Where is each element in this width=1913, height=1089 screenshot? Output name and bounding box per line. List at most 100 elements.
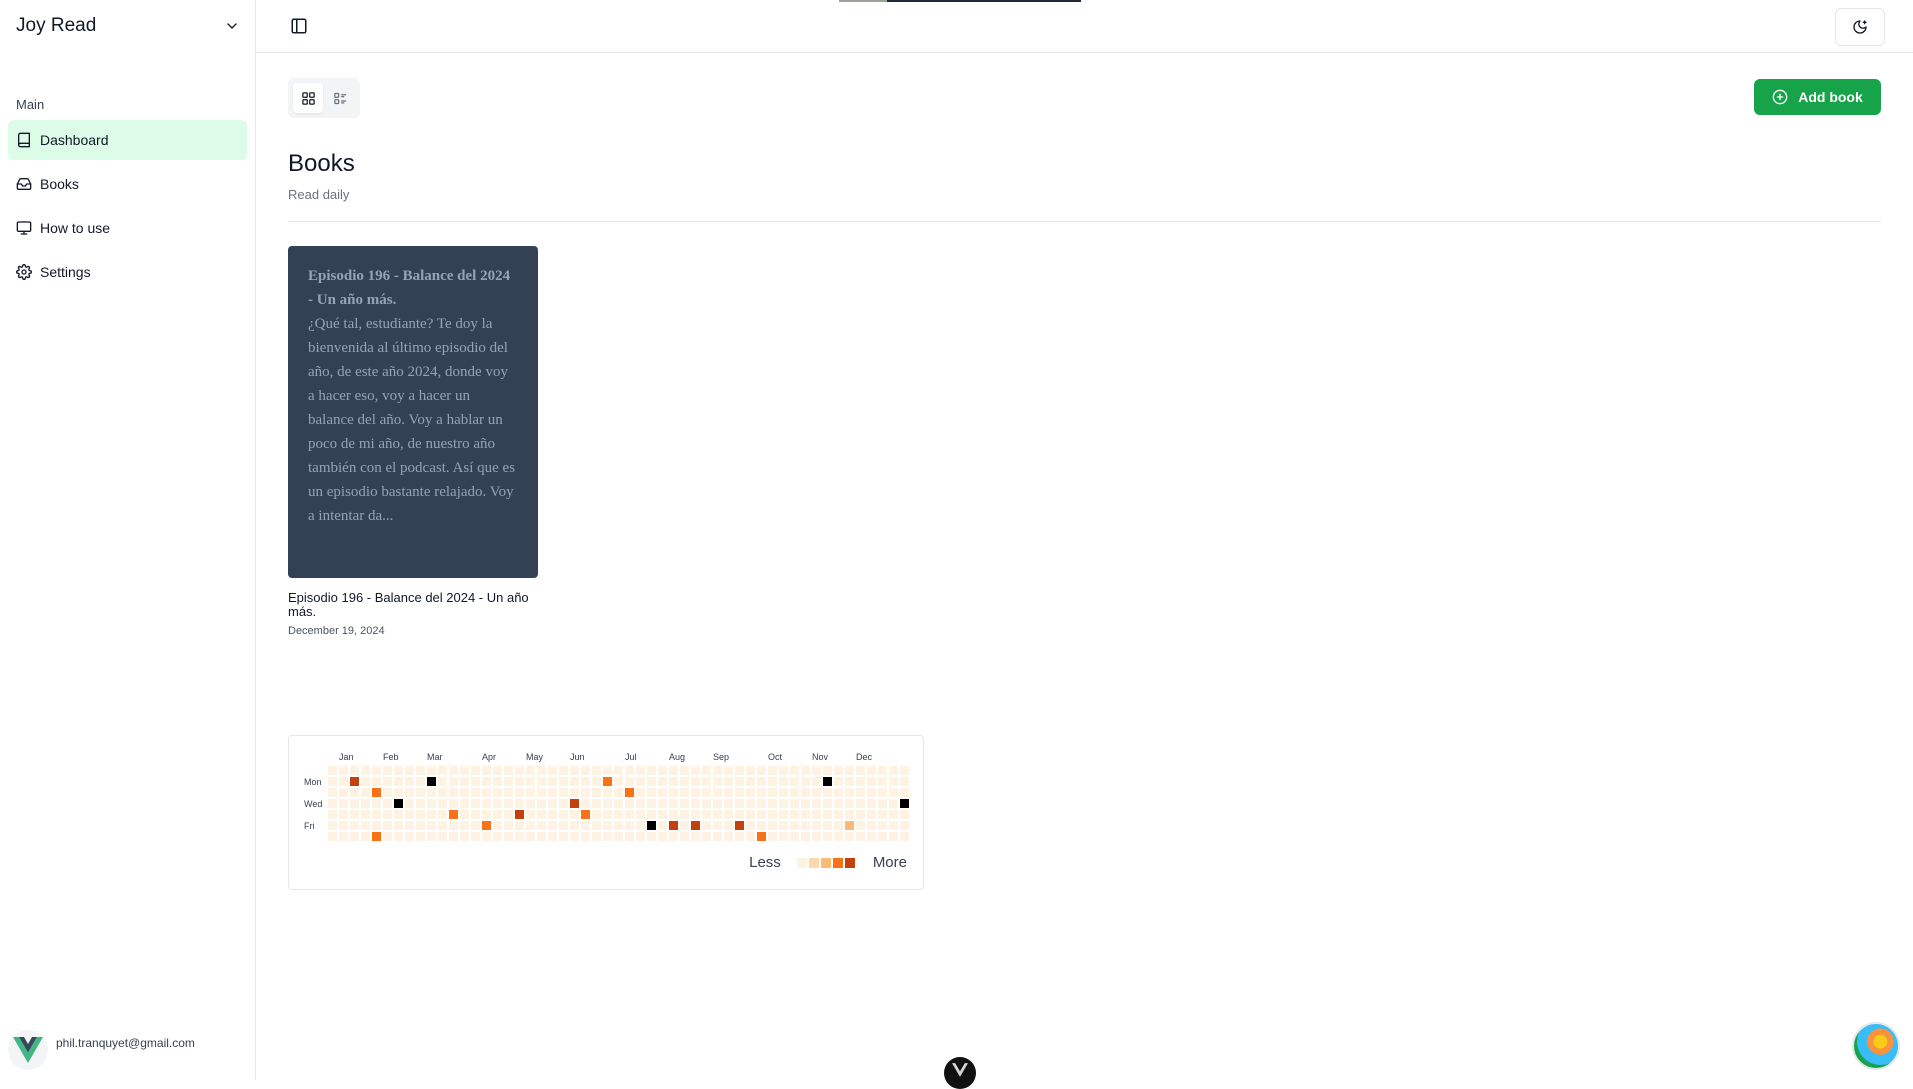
heatmap-cell[interactable] <box>339 777 348 786</box>
heatmap-cell[interactable] <box>790 788 799 797</box>
heatmap-cell[interactable] <box>504 821 513 830</box>
heatmap-cell[interactable] <box>581 799 590 808</box>
heatmap-cell[interactable] <box>449 766 458 775</box>
heatmap-cell[interactable] <box>636 810 645 819</box>
heatmap-cell[interactable] <box>856 810 865 819</box>
heatmap-cell[interactable] <box>460 788 469 797</box>
heatmap-cell[interactable] <box>614 810 623 819</box>
heatmap-cell[interactable] <box>680 810 689 819</box>
heatmap-cell[interactable] <box>856 788 865 797</box>
user-menu[interactable]: phil.tranquyet@gmail.com <box>8 1028 247 1072</box>
heatmap-cell[interactable] <box>812 766 821 775</box>
book-title[interactable]: Episodio 196 - Balance del 2024 - Un año… <box>288 591 538 619</box>
heatmap-cell[interactable] <box>614 832 623 841</box>
heatmap-cell[interactable] <box>834 799 843 808</box>
heatmap-cell[interactable] <box>350 777 359 786</box>
heatmap-cell[interactable] <box>757 777 766 786</box>
heatmap-cell[interactable] <box>746 821 755 830</box>
heatmap-cell[interactable] <box>537 799 546 808</box>
heatmap-cell[interactable] <box>790 832 799 841</box>
heatmap-cell[interactable] <box>856 821 865 830</box>
heatmap-cell[interactable] <box>702 788 711 797</box>
heatmap-cell[interactable] <box>394 766 403 775</box>
heatmap-cell[interactable] <box>471 766 480 775</box>
heatmap-cell[interactable] <box>537 832 546 841</box>
heatmap-cell[interactable] <box>614 821 623 830</box>
heatmap-cell[interactable] <box>669 788 678 797</box>
heatmap-cell[interactable] <box>504 832 513 841</box>
heatmap-cell[interactable] <box>801 832 810 841</box>
heatmap-cell[interactable] <box>625 799 634 808</box>
heatmap-cell[interactable] <box>878 799 887 808</box>
heatmap-cell[interactable] <box>625 832 634 841</box>
heatmap-cell[interactable] <box>724 810 733 819</box>
heatmap-cell[interactable] <box>625 821 634 830</box>
heatmap-cell[interactable] <box>438 810 447 819</box>
heatmap-cell[interactable] <box>515 799 524 808</box>
heatmap-cell[interactable] <box>724 788 733 797</box>
heatmap-cell[interactable] <box>559 799 568 808</box>
heatmap-cell[interactable] <box>581 777 590 786</box>
heatmap-cell[interactable] <box>834 821 843 830</box>
heatmap-cell[interactable] <box>636 832 645 841</box>
heatmap-cell[interactable] <box>834 832 843 841</box>
heatmap-cell[interactable] <box>328 810 337 819</box>
heatmap-cell[interactable] <box>614 766 623 775</box>
heatmap-cell[interactable] <box>394 810 403 819</box>
heatmap-cell[interactable] <box>405 810 414 819</box>
heatmap-cell[interactable] <box>757 821 766 830</box>
heatmap-cell[interactable] <box>669 777 678 786</box>
heatmap-cell[interactable] <box>823 832 832 841</box>
heatmap-cell[interactable] <box>746 777 755 786</box>
book-card[interactable]: Episodio 196 - Balance del 2024 - Un año… <box>288 246 538 578</box>
heatmap-cell[interactable] <box>724 766 733 775</box>
heatmap-cell[interactable] <box>559 766 568 775</box>
heatmap-cell[interactable] <box>581 766 590 775</box>
heatmap-cell[interactable] <box>372 766 381 775</box>
heatmap-cell[interactable] <box>570 821 579 830</box>
heatmap-cell[interactable] <box>504 777 513 786</box>
heatmap-cell[interactable] <box>713 799 722 808</box>
heatmap-cell[interactable] <box>449 788 458 797</box>
heatmap-cell[interactable] <box>361 788 370 797</box>
heatmap-cell[interactable] <box>735 799 744 808</box>
heatmap-cell[interactable] <box>636 777 645 786</box>
heatmap-cell[interactable] <box>570 777 579 786</box>
heatmap-cell[interactable] <box>702 810 711 819</box>
heatmap-cell[interactable] <box>570 799 579 808</box>
heatmap-cell[interactable] <box>735 766 744 775</box>
heatmap-cell[interactable] <box>746 766 755 775</box>
heatmap-cell[interactable] <box>416 832 425 841</box>
heatmap-cell[interactable] <box>900 832 909 841</box>
heatmap-cell[interactable] <box>878 777 887 786</box>
heatmap-cell[interactable] <box>724 821 733 830</box>
heatmap-cell[interactable] <box>449 832 458 841</box>
heatmap-cell[interactable] <box>614 788 623 797</box>
heatmap-cell[interactable] <box>471 810 480 819</box>
heatmap-cell[interactable] <box>592 799 601 808</box>
heatmap-cell[interactable] <box>493 832 502 841</box>
heatmap-cell[interactable] <box>504 788 513 797</box>
heatmap-cell[interactable] <box>834 777 843 786</box>
heatmap-cell[interactable] <box>350 788 359 797</box>
heatmap-cell[interactable] <box>405 766 414 775</box>
heatmap-cell[interactable] <box>779 810 788 819</box>
heatmap-cell[interactable] <box>482 832 491 841</box>
heatmap-cell[interactable] <box>328 799 337 808</box>
heatmap-cell[interactable] <box>735 821 744 830</box>
heatmap-cell[interactable] <box>900 799 909 808</box>
heatmap-cell[interactable] <box>856 799 865 808</box>
heatmap-cell[interactable] <box>493 766 502 775</box>
heatmap-cell[interactable] <box>559 821 568 830</box>
heatmap-cell[interactable] <box>702 766 711 775</box>
heatmap-cell[interactable] <box>680 766 689 775</box>
heatmap-cell[interactable] <box>878 766 887 775</box>
heatmap-cell[interactable] <box>658 788 667 797</box>
heatmap-cell[interactable] <box>790 821 799 830</box>
heatmap-cell[interactable] <box>625 788 634 797</box>
heatmap-cell[interactable] <box>691 777 700 786</box>
heatmap-cell[interactable] <box>647 788 656 797</box>
heatmap-cell[interactable] <box>735 777 744 786</box>
list-view-button[interactable] <box>325 83 355 113</box>
heatmap-cell[interactable] <box>845 766 854 775</box>
